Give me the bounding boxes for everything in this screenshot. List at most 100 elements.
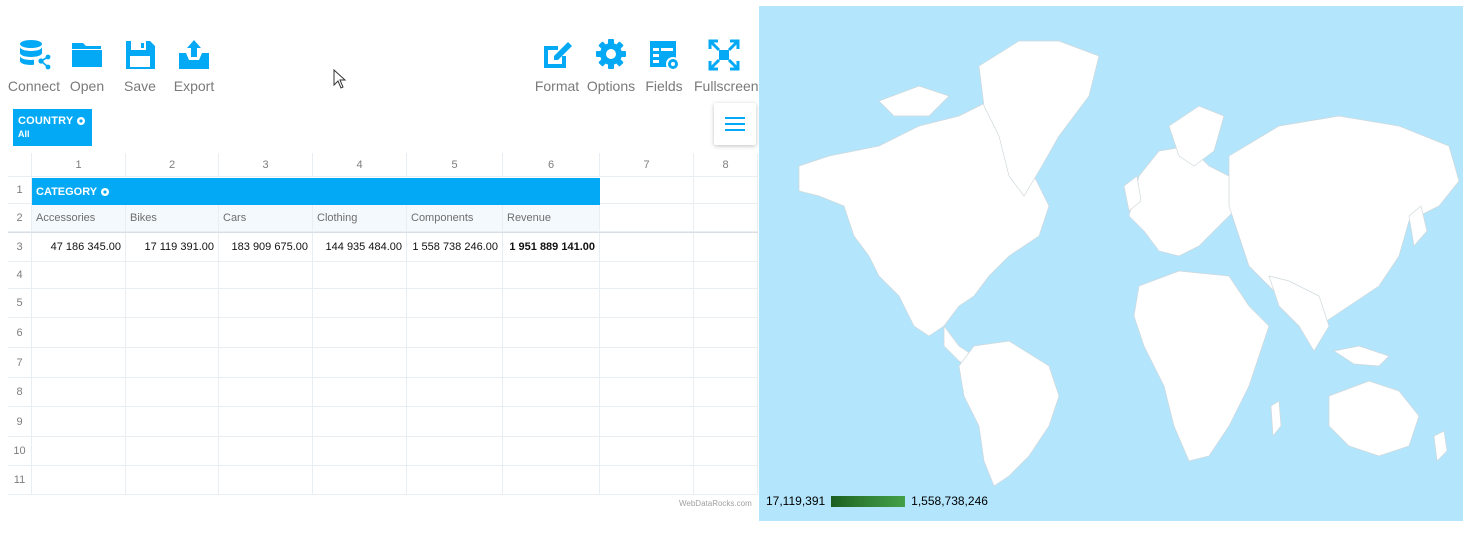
empty-cell[interactable] <box>126 466 219 495</box>
row-header[interactable]: 1 <box>8 177 32 204</box>
empty-cell[interactable] <box>313 318 407 348</box>
empty-cell[interactable] <box>694 289 758 318</box>
options-button[interactable]: Options <box>581 38 641 98</box>
fields-button[interactable]: Fields <box>634 38 694 98</box>
empty-cell[interactable] <box>407 407 503 437</box>
empty-cell[interactable] <box>313 289 407 318</box>
empty-cell[interactable] <box>219 318 313 348</box>
empty-cell[interactable] <box>219 437 313 466</box>
column-header[interactable]: 1 <box>32 153 126 177</box>
empty-cell[interactable] <box>32 348 126 378</box>
row-header[interactable]: 10 <box>8 437 32 466</box>
empty-cell[interactable] <box>600 407 694 437</box>
empty-cell[interactable] <box>600 348 694 378</box>
save-button[interactable]: Save <box>110 38 170 98</box>
total-value-cell[interactable]: 1 951 889 141.00 <box>503 233 600 262</box>
credit-text[interactable]: WebDataRocks.com <box>679 499 752 508</box>
empty-cell[interactable] <box>503 407 600 437</box>
row-header[interactable]: 2 <box>8 204 32 232</box>
empty-cell[interactable] <box>600 261 694 289</box>
empty-cell[interactable] <box>126 378 219 407</box>
gear-icon[interactable] <box>100 187 110 197</box>
empty-cell[interactable] <box>313 407 407 437</box>
empty-cell[interactable] <box>694 407 758 437</box>
row-header[interactable]: 5 <box>8 289 32 318</box>
empty-cell[interactable] <box>600 466 694 495</box>
empty-cell[interactable] <box>407 348 503 378</box>
column-header[interactable]: 5 <box>407 153 503 177</box>
empty-cell[interactable] <box>219 378 313 407</box>
empty-cell[interactable] <box>694 348 758 378</box>
empty-cell[interactable] <box>407 261 503 289</box>
category-label[interactable]: Components <box>407 204 503 232</box>
row-header[interactable]: 7 <box>8 348 32 378</box>
row-header[interactable]: 11 <box>8 466 32 495</box>
empty-cell[interactable] <box>694 261 758 289</box>
empty-cell[interactable] <box>126 407 219 437</box>
empty-cell[interactable] <box>694 378 758 407</box>
gear-icon[interactable] <box>76 116 86 126</box>
value-cell[interactable]: 183 909 675.00 <box>219 233 313 262</box>
value-cell[interactable]: 47 186 345.00 <box>32 233 126 262</box>
empty-cell[interactable] <box>313 437 407 466</box>
category-label[interactable]: Cars <box>219 204 313 232</box>
empty-cell[interactable] <box>219 407 313 437</box>
empty-cell[interactable] <box>600 437 694 466</box>
empty-cell[interactable] <box>126 261 219 289</box>
value-cell[interactable]: 144 935 484.00 <box>313 233 407 262</box>
row-header[interactable]: 8 <box>8 378 32 407</box>
empty-cell[interactable] <box>32 318 126 348</box>
empty-cell[interactable] <box>600 289 694 318</box>
empty-cell[interactable] <box>503 261 600 289</box>
empty-cell[interactable] <box>694 466 758 495</box>
empty-cell[interactable] <box>126 348 219 378</box>
empty-cell[interactable] <box>407 289 503 318</box>
country-filter[interactable]: COUNTRY All <box>13 109 92 146</box>
row-header[interactable]: 9 <box>8 407 32 437</box>
empty-cell[interactable] <box>32 407 126 437</box>
empty-cell[interactable] <box>313 261 407 289</box>
row-header[interactable]: 4 <box>8 261 32 289</box>
row-header[interactable]: 6 <box>8 318 32 348</box>
fullscreen-button[interactable]: Fullscreen <box>694 38 759 98</box>
empty-cell[interactable] <box>126 318 219 348</box>
empty-cell[interactable] <box>219 261 313 289</box>
category-header[interactable]: CATEGORY <box>32 178 600 205</box>
empty-cell[interactable] <box>32 289 126 318</box>
world-map[interactable] <box>759 6 1463 521</box>
value-cell[interactable]: 17 119 391.00 <box>126 233 219 262</box>
empty-cell[interactable] <box>313 348 407 378</box>
empty-cell[interactable] <box>503 289 600 318</box>
column-header[interactable]: 4 <box>313 153 407 177</box>
category-label[interactable]: Bikes <box>126 204 219 232</box>
revenue-label[interactable]: Revenue <box>503 204 600 232</box>
empty-cell[interactable] <box>694 437 758 466</box>
column-header[interactable]: 3 <box>219 153 313 177</box>
empty-cell[interactable] <box>32 437 126 466</box>
column-header[interactable]: 6 <box>503 153 600 177</box>
empty-cell[interactable] <box>600 318 694 348</box>
empty-cell[interactable] <box>407 466 503 495</box>
empty-cell[interactable] <box>313 466 407 495</box>
empty-cell[interactable] <box>407 437 503 466</box>
empty-cell[interactable] <box>126 437 219 466</box>
category-label[interactable]: Clothing <box>313 204 407 232</box>
empty-cell[interactable] <box>503 378 600 407</box>
open-button[interactable]: Open <box>57 38 117 98</box>
empty-cell[interactable] <box>503 466 600 495</box>
empty-cell[interactable] <box>126 289 219 318</box>
export-button[interactable]: Export <box>164 38 224 98</box>
empty-cell[interactable] <box>219 289 313 318</box>
connect-button[interactable]: Connect <box>4 38 64 98</box>
empty-cell[interactable] <box>32 466 126 495</box>
empty-cell[interactable] <box>600 378 694 407</box>
menu-button[interactable] <box>714 103 756 145</box>
empty-cell[interactable] <box>32 378 126 407</box>
column-header[interactable]: 8 <box>694 153 758 177</box>
empty-cell[interactable] <box>503 348 600 378</box>
empty-cell[interactable] <box>503 437 600 466</box>
category-label[interactable]: Accessories <box>32 204 126 232</box>
column-header[interactable]: 2 <box>126 153 219 177</box>
empty-cell[interactable] <box>313 378 407 407</box>
format-button[interactable]: Format <box>527 38 587 98</box>
